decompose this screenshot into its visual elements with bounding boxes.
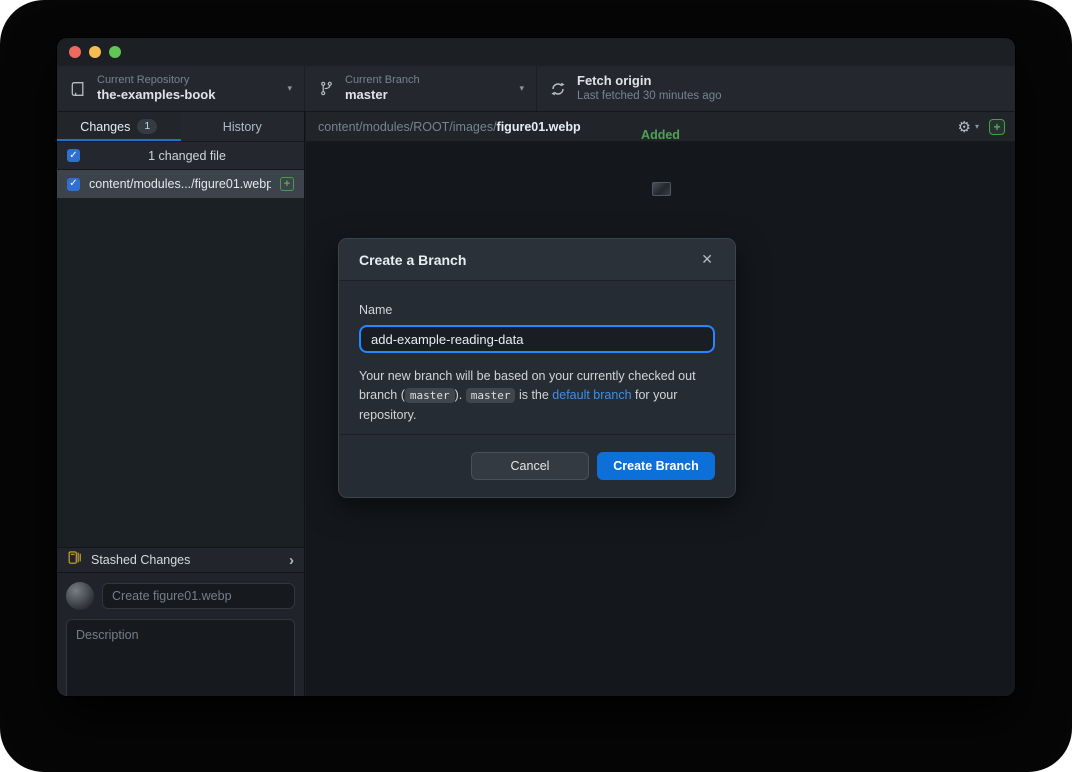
image-preview-thumbnail [652, 182, 671, 196]
commit-form: Commit to master [57, 573, 304, 696]
tab-history-label: History [223, 120, 262, 134]
create-branch-dialog: Create a Branch ✕ Name Your new branch w… [338, 238, 736, 498]
window-titlebar [57, 38, 1015, 66]
cancel-button[interactable]: Cancel [471, 452, 589, 480]
chevron-right-icon: › [289, 552, 294, 569]
changed-files-summary-row: ✓ 1 changed file [57, 142, 304, 170]
github-desktop-window: Current Repository the-examples-book ▾ C… [57, 38, 1015, 696]
file-path: content/modules.../figure01.webp [89, 177, 271, 191]
stashed-changes-row[interactable]: Stashed Changes › [57, 547, 304, 573]
screen-background: Current Repository the-examples-book ▾ C… [0, 0, 1072, 772]
branch-code-span: master [405, 388, 455, 403]
branch-name-input[interactable] [359, 325, 715, 353]
repo-icon [69, 81, 87, 97]
file-added-status-icon: + [280, 177, 294, 191]
dialog-footer: Cancel Create Branch [339, 434, 735, 497]
diff-status-label: Added [306, 128, 1015, 142]
chevron-down-icon: ▾ [287, 83, 292, 94]
toolbar: Current Repository the-examples-book ▾ C… [57, 66, 1015, 112]
plus-icon: + [284, 179, 290, 190]
changed-file-row[interactable]: ✓ content/modules.../figure01.webp + [57, 170, 304, 198]
dialog-header: Create a Branch ✕ [339, 239, 735, 281]
default-branch-link[interactable]: default branch [552, 388, 631, 402]
dialog-title: Create a Branch [359, 252, 699, 268]
select-all-checkbox[interactable]: ✓ [67, 149, 80, 162]
repository-name: the-examples-book [97, 87, 279, 103]
current-branch-button[interactable]: Current Branch master ▾ [305, 66, 537, 111]
close-icon[interactable]: ✕ [699, 249, 715, 270]
close-window-button[interactable] [69, 46, 81, 58]
sync-icon [549, 81, 567, 97]
check-icon: ✓ [69, 151, 77, 161]
commit-summary-input[interactable] [102, 583, 295, 609]
dialog-description: Your new branch will be based on your cu… [359, 367, 715, 425]
branch-code-span: master [466, 388, 516, 403]
changes-count-badge: 1 [137, 119, 157, 134]
commit-description-input[interactable] [66, 619, 295, 696]
changes-sidebar: Changes 1 History ✓ 1 changed file ✓ con… [57, 112, 305, 696]
avatar [66, 582, 94, 610]
file-checkbox[interactable]: ✓ [67, 178, 80, 191]
branch-name-label: Name [359, 303, 715, 317]
current-repository-button[interactable]: Current Repository the-examples-book ▾ [57, 66, 305, 111]
fetch-detail: Last fetched 30 minutes ago [577, 89, 1003, 103]
tab-changes[interactable]: Changes 1 [57, 112, 181, 141]
fetch-label: Fetch origin [577, 73, 1003, 89]
git-branch-icon [317, 81, 335, 96]
branch-name: master [345, 87, 511, 103]
tab-history[interactable]: History [181, 112, 305, 141]
branch-label: Current Branch [345, 74, 511, 88]
stashed-changes-label: Stashed Changes [91, 553, 280, 567]
stash-icon [67, 550, 82, 570]
tab-changes-label: Changes [80, 120, 130, 134]
minimize-window-button[interactable] [89, 46, 101, 58]
repository-label: Current Repository [97, 74, 279, 88]
fetch-origin-button[interactable]: Fetch origin Last fetched 30 minutes ago [537, 66, 1015, 111]
dialog-body: Name Your new branch will be based on yo… [339, 281, 735, 425]
create-branch-button[interactable]: Create Branch [597, 452, 715, 480]
chevron-down-icon: ▾ [519, 83, 524, 94]
zoom-window-button[interactable] [109, 46, 121, 58]
check-icon: ✓ [69, 179, 77, 189]
sidebar-tabs: Changes 1 History [57, 112, 304, 142]
changed-files-count: 1 changed file [80, 149, 294, 163]
